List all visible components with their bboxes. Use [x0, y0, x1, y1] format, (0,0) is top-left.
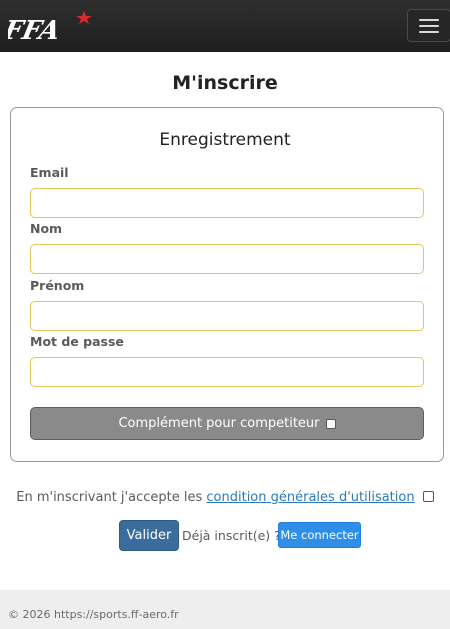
password-field[interactable] — [30, 357, 424, 387]
email-label: Email — [30, 165, 69, 180]
prenom-label: Prénom — [30, 278, 85, 293]
email-field[interactable] — [30, 188, 424, 218]
hamburger-menu-icon[interactable] — [407, 9, 450, 42]
ffa-logo[interactable]: FFA — [8, 8, 94, 44]
terms-link[interactable]: condition générales d'utilisation — [206, 490, 414, 505]
competitor-toggle-label: Complément pour competiteur — [118, 416, 320, 431]
competitor-toggle-button[interactable]: Complément pour competiteur — [30, 407, 424, 440]
footer-copyright: © 2026 https://sports.ff-aero.fr — [8, 608, 179, 621]
nom-field[interactable] — [30, 244, 424, 274]
prenom-field[interactable] — [30, 301, 424, 331]
submit-button[interactable]: Valider — [119, 520, 179, 551]
form-title: Enregistrement — [159, 130, 291, 150]
svg-text:FFA: FFA — [8, 15, 63, 44]
terms-prefix: En m'inscrivant j'accepte les — [16, 490, 203, 505]
page-title: M'inscrire — [172, 72, 278, 94]
top-navbar: FFA — [0, 0, 450, 52]
nom-label: Nom — [30, 221, 63, 236]
terms-line: En m'inscrivant j'accepte les condition … — [0, 490, 450, 505]
password-label: Mot de passe — [30, 334, 124, 349]
login-button[interactable]: Me connecter — [278, 522, 361, 548]
already-registered-text: Déjà inscrit(e) ? : — [182, 528, 289, 543]
terms-checkbox[interactable] — [422, 491, 434, 502]
competitor-checkbox[interactable] — [325, 418, 336, 429]
